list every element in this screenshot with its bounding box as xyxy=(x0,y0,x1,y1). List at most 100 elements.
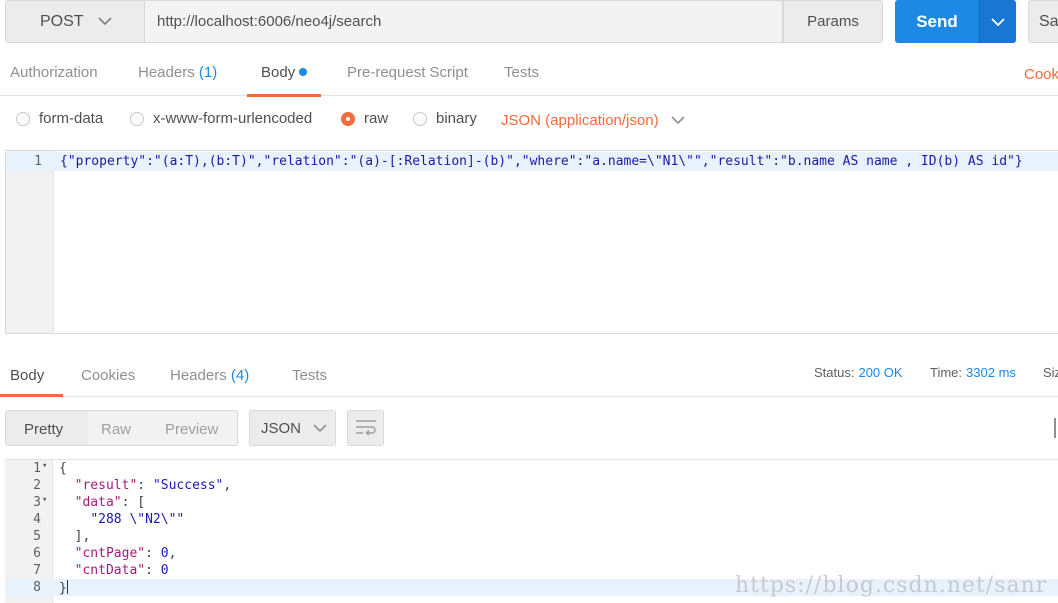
tab-tests[interactable]: Tests xyxy=(504,64,539,81)
wrap-lines-button[interactable] xyxy=(347,410,384,446)
tab-label: Authorization xyxy=(10,64,98,81)
request-body-editor[interactable]: 1 {"property":"(a:T),(b:T)","relation":"… xyxy=(5,150,1058,334)
send-button[interactable]: Send xyxy=(895,0,979,43)
code-text: "data": [ xyxy=(74,495,146,510)
active-tab-indicator xyxy=(247,94,321,97)
view-pretty-button[interactable]: Pretty xyxy=(24,421,63,438)
json-bracket: [ xyxy=(137,495,146,510)
url-input[interactable]: http://localhost:6006/neo4j/search xyxy=(145,0,783,43)
line-number: 6 xyxy=(33,546,41,561)
code-line: 5 ], xyxy=(5,528,1058,545)
code-text: } xyxy=(59,580,68,596)
chevron-down-icon xyxy=(671,112,685,129)
radio-label: binary xyxy=(436,110,477,127)
tab-body[interactable]: Body xyxy=(261,64,308,81)
chevron-down-icon xyxy=(313,420,327,437)
wrap-lines-icon xyxy=(355,419,377,438)
format-select[interactable]: JSON xyxy=(249,410,336,446)
request-tabs: Authorization Headers (1) Body Pre-reque… xyxy=(0,52,1058,97)
line-gutter xyxy=(6,151,54,333)
radio-label: raw xyxy=(364,110,389,127)
status-label: Status: xyxy=(814,365,855,380)
tab-label: Body xyxy=(10,367,45,384)
tab-label: Tests xyxy=(292,367,328,384)
tab-label: Headers xyxy=(138,64,195,81)
fold-arrow-icon[interactable]: ▾ xyxy=(42,461,47,471)
radio-label: x-www-form-urlencoded xyxy=(153,110,313,127)
status-value: 200 OK xyxy=(858,365,903,380)
content-type-label: JSON (application/json) xyxy=(501,112,659,129)
radio-checked-icon xyxy=(341,111,355,126)
headers-count: (1) xyxy=(198,64,218,81)
code-text: ], xyxy=(59,529,91,544)
code-line: 3 ▾ "data": [ xyxy=(5,494,1058,511)
fold-arrow-icon[interactable]: ▾ xyxy=(42,495,47,505)
tab-response-headers[interactable]: Headers (4) xyxy=(170,367,249,384)
line-number: 5 xyxy=(33,529,41,544)
tab-label: Cookies xyxy=(81,367,136,384)
line-number: 2 xyxy=(33,478,41,493)
panel-edge xyxy=(1054,418,1058,438)
json-string: "Success" xyxy=(152,478,224,493)
line-number: 1 xyxy=(33,461,41,476)
size-readout: Siz xyxy=(1043,365,1058,380)
method-select[interactable]: POST xyxy=(5,0,145,43)
code-line: 4 "288 \"N2\"" xyxy=(5,511,1058,528)
radio-circle-icon xyxy=(130,111,144,126)
code-line: 2 "result": "Success", xyxy=(5,477,1058,494)
tab-response-body[interactable]: Body xyxy=(10,367,44,384)
status-readout: Status: 200 OK xyxy=(814,365,903,380)
code-line: 6 "cntPage": 0, xyxy=(5,545,1058,562)
json-key: "data" xyxy=(74,495,122,510)
radio-x-www-form-urlencoded[interactable]: x-www-form-urlencoded xyxy=(130,110,312,127)
radio-circle-icon xyxy=(413,111,427,126)
tab-label: Pre-request Script xyxy=(347,64,468,81)
response-toolbar: Pretty Raw Preview JSON xyxy=(0,410,1058,448)
view-preview-button[interactable]: Preview xyxy=(165,421,218,438)
tab-label: Tests xyxy=(504,64,540,81)
watermark: https://blog.csdn.net/sanr xyxy=(735,573,1048,598)
params-button[interactable]: Params xyxy=(783,0,883,43)
body-type-selector: form-data x-www-form-urlencoded raw bina… xyxy=(0,100,1058,142)
tab-headers[interactable]: Headers (1) xyxy=(138,64,217,81)
json-key: "cntData" xyxy=(74,563,146,578)
modified-dot-icon xyxy=(299,68,308,76)
send-options-button[interactable] xyxy=(979,0,1016,43)
tab-pre-request-script[interactable]: Pre-request Script xyxy=(347,64,468,81)
radio-form-data[interactable]: form-data xyxy=(16,110,103,127)
tab-authorization[interactable]: Authorization xyxy=(10,64,98,81)
json-bracket: } xyxy=(59,581,67,596)
radio-label: form-data xyxy=(39,110,104,127)
tab-label: Headers xyxy=(170,367,227,384)
line-number: 7 xyxy=(33,563,41,578)
json-number: 0 xyxy=(160,546,169,561)
chevron-down-icon xyxy=(991,14,1005,30)
tab-label: Body xyxy=(261,64,296,81)
time-label: Time: xyxy=(930,365,963,380)
code-text: "result": "Success", xyxy=(74,478,232,493)
radio-raw[interactable]: raw xyxy=(341,110,388,127)
url-value: http://localhost:6006/neo4j/search xyxy=(157,13,382,30)
tab-response-tests[interactable]: Tests xyxy=(292,367,327,384)
radio-binary[interactable]: binary xyxy=(413,110,477,127)
save-button[interactable]: Sa xyxy=(1028,0,1058,43)
json-bracket: ], xyxy=(74,529,91,544)
line-number: 3 xyxy=(33,495,41,510)
format-label: JSON xyxy=(261,419,302,437)
active-tab-indicator xyxy=(0,394,63,397)
cookies-link[interactable]: Cook xyxy=(1024,66,1058,83)
time-value: 3302 ms xyxy=(966,365,1016,380)
line-number: 1 xyxy=(34,154,42,169)
line-number: 4 xyxy=(33,512,41,527)
text-cursor xyxy=(66,580,68,594)
view-raw-button[interactable]: Raw xyxy=(101,421,131,438)
time-readout: Time: 3302 ms xyxy=(930,365,1016,380)
code-text: { xyxy=(59,461,67,476)
line-number: 8 xyxy=(33,580,41,595)
json-key: "result" xyxy=(74,478,138,493)
tab-response-cookies[interactable]: Cookies xyxy=(81,367,135,384)
code-text: "cntPage": 0, xyxy=(74,546,177,561)
content-type-select[interactable]: JSON (application/json) xyxy=(501,112,685,129)
request-bar: POST http://localhost:6006/neo4j/search … xyxy=(0,0,1058,46)
response-tabs: Body Cookies Headers (4) Tests Status: 20… xyxy=(0,354,1058,397)
